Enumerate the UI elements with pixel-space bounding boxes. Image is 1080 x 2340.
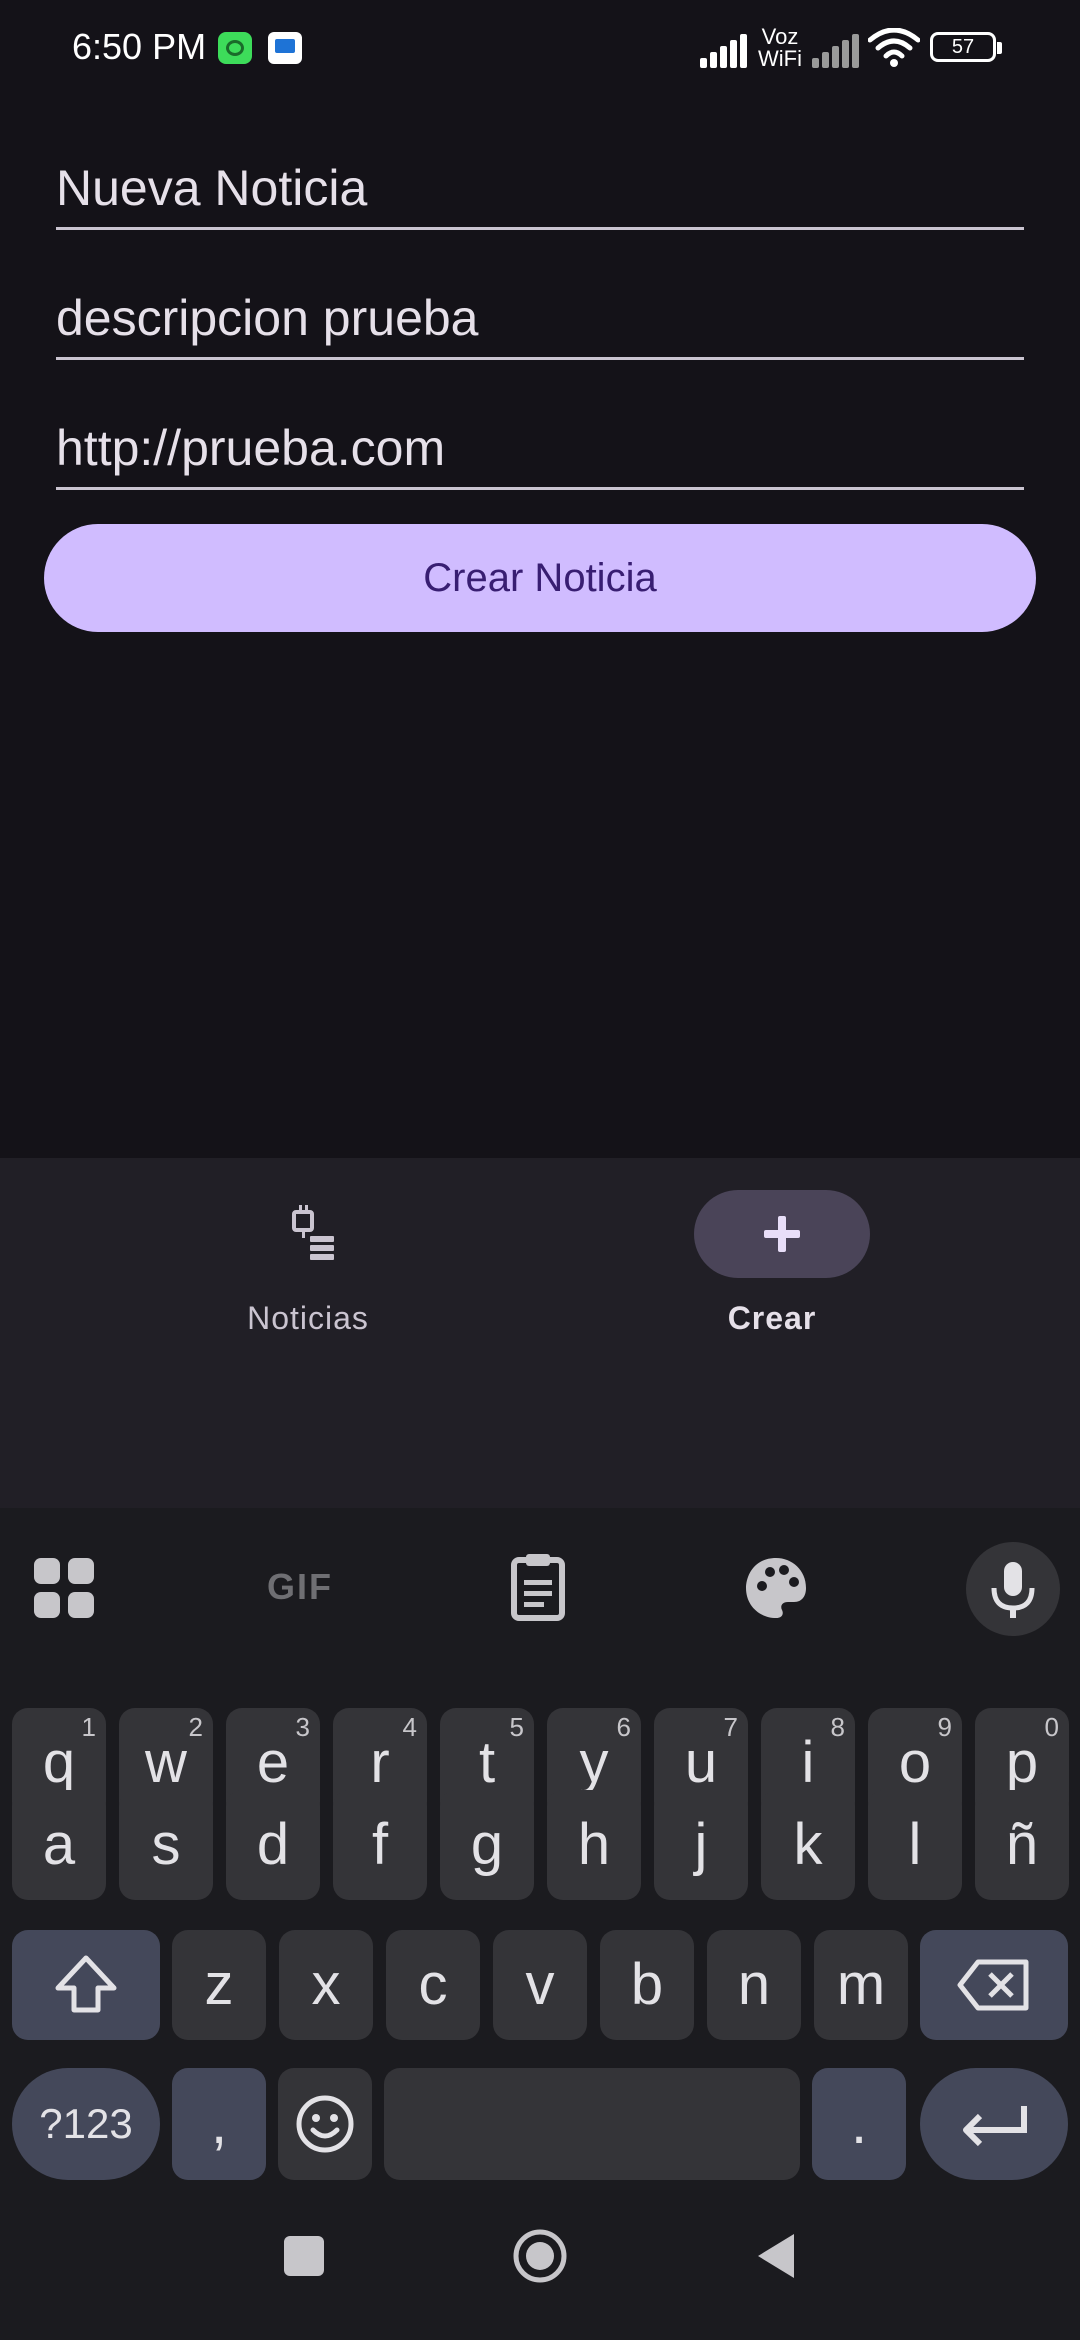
key-c[interactable]: c <box>386 1930 480 2040</box>
news-list-icon <box>292 1205 334 1260</box>
key-hint: 4 <box>402 1712 417 1742</box>
key-hint: 3 <box>295 1712 310 1742</box>
key-s[interactable]: s <box>119 1790 213 1900</box>
description-input[interactable] <box>56 289 1024 347</box>
enter-key[interactable] <box>920 2068 1068 2180</box>
key-d[interactable]: d <box>226 1790 320 1900</box>
soft-keyboard: GIF q1 w2 e3 r4 t5 y6 u7 i8 o9 p0 asdfghjklñ z x … <box>0 1508 1080 2340</box>
backspace-key[interactable] <box>920 1930 1068 2040</box>
bottom-navigation-bar: Noticias Crear <box>0 1158 1080 1508</box>
key-label: r <box>370 1730 390 1795</box>
wifi-label: WiFi <box>758 46 802 71</box>
voz-wifi-label: Voz WiFi <box>758 26 802 70</box>
battery-icon: 57 <box>930 32 1002 62</box>
recent-apps-button[interactable] <box>284 2236 324 2276</box>
key-a[interactable]: a <box>12 1790 106 1900</box>
space-key[interactable] <box>384 2068 800 2180</box>
key-label: w <box>145 1730 187 1795</box>
gif-label: GIF <box>267 1566 333 1607</box>
nav-noticias-indicator <box>230 1190 406 1278</box>
nav-noticias-label: Noticias <box>247 1300 369 1336</box>
key-f[interactable]: f <box>333 1790 427 1900</box>
key-h[interactable]: h <box>547 1790 641 1900</box>
wifi-icon <box>868 28 920 67</box>
key-hint: 2 <box>188 1712 203 1742</box>
key-label: t <box>478 1730 496 1795</box>
title-input[interactable] <box>56 159 1024 217</box>
shift-key[interactable] <box>12 1930 160 2040</box>
key-label: u <box>684 1730 718 1795</box>
screen-notification-icon <box>268 32 302 64</box>
key-m[interactable]: m <box>814 1930 908 2040</box>
key-g[interactable]: g <box>440 1790 534 1900</box>
create-news-button[interactable]: Crear Noticia <box>44 524 1036 632</box>
key-hint: 8 <box>830 1712 845 1742</box>
home-button[interactable] <box>512 2228 568 2284</box>
key-n[interactable]: n <box>707 1930 801 2040</box>
nav-item-noticias[interactable]: Noticias <box>158 1190 458 1340</box>
status-time: 6:50 PM <box>72 26 207 67</box>
symbols-key[interactable]: ?123 <box>12 2068 160 2180</box>
url-input[interactable] <box>56 419 1024 477</box>
key-label: o <box>898 1730 932 1795</box>
key-label: i <box>801 1730 815 1795</box>
battery-level: 57 <box>951 36 975 58</box>
key-hint: 5 <box>509 1712 524 1742</box>
microphone-icon[interactable] <box>966 1542 1060 1636</box>
key-label: y <box>579 1730 609 1795</box>
key-hint: 9 <box>937 1712 952 1742</box>
key-x[interactable]: x <box>279 1930 373 2040</box>
key-z[interactable]: z <box>172 1930 266 2040</box>
key-k[interactable]: k <box>761 1790 855 1900</box>
key-hint: 1 <box>81 1712 96 1742</box>
clipboard-icon[interactable] <box>488 1538 588 1638</box>
plus-icon <box>764 1216 800 1252</box>
key-label: q <box>42 1730 76 1795</box>
nav-crear-label: Crear <box>727 1300 817 1336</box>
key-ñ[interactable]: ñ <box>975 1790 1069 1900</box>
title-field[interactable] <box>56 134 1024 230</box>
key-hint: 0 <box>1044 1712 1059 1742</box>
key-j[interactable]: j <box>654 1790 748 1900</box>
nav-crear-indicator <box>694 1190 870 1278</box>
url-field[interactable] <box>56 394 1024 490</box>
description-field[interactable] <box>56 264 1024 360</box>
period-key[interactable]: . <box>812 2068 906 2180</box>
gif-button[interactable]: GIF <box>250 1538 350 1638</box>
comma-key[interactable]: , <box>172 2068 266 2180</box>
key-hint: 7 <box>723 1712 738 1742</box>
key-label: p <box>1005 1730 1039 1795</box>
voz-label: Voz <box>761 24 799 49</box>
back-button[interactable] <box>756 2232 796 2280</box>
key-hint: 6 <box>616 1712 631 1742</box>
nav-item-crear[interactable]: Crear <box>622 1190 922 1340</box>
status-bar: 6:50 PM Voz WiFi 57 <box>0 0 1080 100</box>
app-notification-icon <box>218 32 252 64</box>
palette-icon[interactable] <box>726 1538 826 1638</box>
key-l[interactable]: l <box>868 1790 962 1900</box>
key-v[interactable]: v <box>493 1930 587 2040</box>
key-b[interactable]: b <box>600 1930 694 2040</box>
apps-grid-icon[interactable] <box>14 1538 114 1638</box>
key-label: e <box>256 1730 290 1795</box>
emoji-key[interactable] <box>278 2068 372 2180</box>
